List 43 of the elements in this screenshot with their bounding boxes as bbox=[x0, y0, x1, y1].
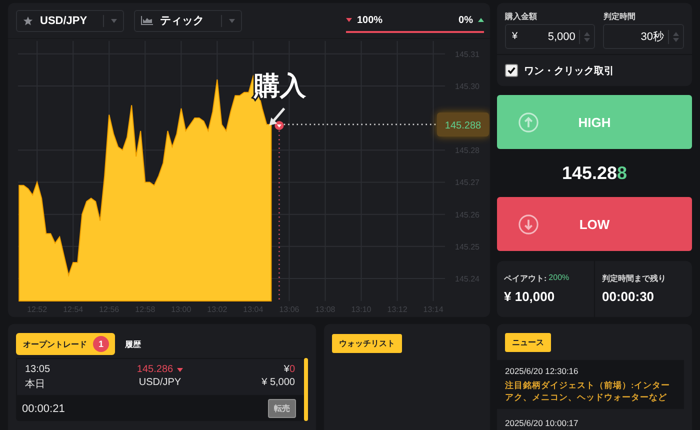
low-sentiment: 100% bbox=[357, 14, 383, 26]
trade-profit: ¥0 bbox=[284, 364, 295, 375]
payout-rate: 200% bbox=[548, 273, 570, 284]
area-chart-icon bbox=[141, 16, 153, 25]
watchlist-tab[interactable]: ウォッチリスト bbox=[332, 334, 402, 353]
trade-day: 本日 bbox=[25, 377, 105, 391]
news-time: 2025/6/20 12:30:16 bbox=[505, 366, 580, 376]
trade-time: 13:05 bbox=[25, 364, 52, 375]
high-sentiment: 0% bbox=[458, 14, 473, 26]
pointer-arrow-icon bbox=[269, 108, 286, 126]
duration-field[interactable]: 30秒 bbox=[603, 24, 684, 49]
price-tag bbox=[437, 112, 489, 136]
pair-select[interactable]: USD/JPY bbox=[16, 10, 124, 32]
trades-tab[interactable]: オープントレード 1 bbox=[16, 333, 115, 355]
duration-label: 判定時間 bbox=[603, 11, 636, 22]
stepper-icon[interactable] bbox=[584, 32, 590, 42]
news-headline[interactable]: 注目銘柄ダイジェスト（前場）:インターアク、メニコン、ヘッドウォーターなど bbox=[505, 379, 678, 404]
payout-label: ペイアウト: bbox=[504, 273, 547, 284]
one-click-checkbox[interactable] bbox=[505, 64, 518, 78]
remaining-time: 00:00:30 bbox=[602, 289, 656, 304]
amount-field[interactable]: ¥ 5,000 bbox=[505, 24, 596, 49]
current-price: 145.288 bbox=[560, 162, 628, 185]
trade-price: 145.286 bbox=[136, 364, 174, 375]
news-time: 2025/6/20 10:00:17 bbox=[505, 418, 580, 428]
star-icon bbox=[23, 16, 33, 26]
low-button[interactable]: LOW bbox=[497, 197, 692, 251]
one-click-label: ワン・クリック取引 bbox=[524, 64, 614, 78]
trades-tab[interactable]: 履歴 bbox=[124, 333, 142, 355]
trade-pair: USD/JPY bbox=[138, 377, 182, 388]
stepper-icon[interactable] bbox=[673, 32, 679, 42]
amount-label: 購入金額 bbox=[505, 11, 538, 22]
remaining-label: 判定時間まで残り bbox=[602, 273, 667, 284]
up-triangle-icon bbox=[478, 18, 484, 22]
price-tag-text: 145.288 bbox=[444, 120, 482, 132]
caret-icon bbox=[111, 18, 117, 22]
news-tab[interactable]: ニュース bbox=[505, 333, 551, 352]
trade-amount: ¥ 5,000 bbox=[262, 377, 295, 388]
trade-countdown: 00:00:21 bbox=[22, 402, 65, 414]
caret-icon bbox=[229, 18, 235, 22]
down-triangle-icon bbox=[346, 18, 352, 22]
chart-type-select[interactable]: ティック bbox=[134, 10, 242, 32]
payout-amount: ¥ 10,000 bbox=[504, 289, 556, 304]
entry-marker-icon bbox=[274, 120, 284, 130]
